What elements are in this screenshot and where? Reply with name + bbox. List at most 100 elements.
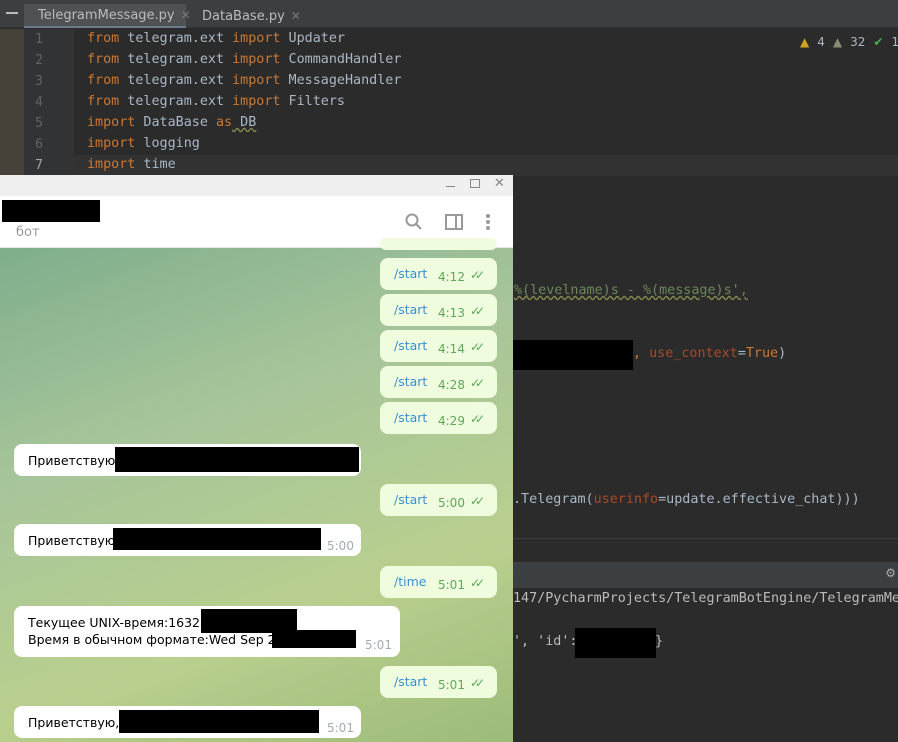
message-text: Приветствую, xyxy=(28,453,120,468)
code-updater-call[interactable]: , use_context=True) xyxy=(633,346,786,361)
maximize-button[interactable] xyxy=(470,179,480,188)
tab-telegrammessage[interactable]: TelegramMessage.py ✕ xyxy=(24,4,191,28)
message-outgoing[interactable]: /start 5:01 ✓✓ xyxy=(380,666,497,698)
message-text: Приветствую, Е xyxy=(28,715,132,730)
read-checkmarks-icon: ✓✓ xyxy=(470,412,485,426)
search-icon[interactable] xyxy=(405,213,423,231)
run-panel-toolbar: ⚙ xyxy=(513,562,898,588)
code-line[interactable]: from telegram.ext import MessageHandler xyxy=(87,73,401,88)
sidebar-toggle-icon[interactable] xyxy=(445,214,463,230)
current-line-highlight xyxy=(74,155,898,176)
message-partial xyxy=(380,238,497,250)
message-text: /start xyxy=(394,266,428,281)
run-output-end: } xyxy=(655,634,664,649)
identifier: CommandHandler xyxy=(280,52,402,67)
code-telegram-call[interactable]: .Telegram(userinfo=update.effective_chat… xyxy=(513,492,860,507)
module: telegram.ext xyxy=(119,52,233,67)
inspection-widget[interactable]: ▲ 4 ▲ 32 ✔ 10 xyxy=(800,35,898,49)
line-number: 3 xyxy=(35,74,43,89)
code-line[interactable]: from telegram.ext import Filters xyxy=(87,94,345,109)
message-text-line1: Текущее UNIX-время:163285 xyxy=(28,615,216,630)
value: True xyxy=(745,346,779,361)
close-icon[interactable]: ✕ xyxy=(291,9,301,23)
message-outgoing[interactable]: /start 4:29 ✓✓ xyxy=(380,402,497,434)
line-number: 4 xyxy=(35,95,43,110)
message-text: /start xyxy=(394,338,428,353)
weak-warnings-count: 32 xyxy=(850,35,866,49)
read-checkmarks-icon: ✓✓ xyxy=(470,376,485,390)
equals: = xyxy=(737,346,746,361)
message-time: 5:00 xyxy=(438,496,465,510)
code-line[interactable]: from telegram.ext import CommandHandler xyxy=(87,52,401,67)
identifier: Filters xyxy=(280,94,345,109)
read-checkmarks-icon: ✓✓ xyxy=(470,304,485,318)
keyword: from xyxy=(87,31,120,46)
code-format-string[interactable]: %(levelname)s - %(message)s', xyxy=(514,283,748,298)
identifier: Updater xyxy=(280,31,345,46)
hide-panel-icon[interactable] xyxy=(6,12,18,14)
param: userinfo xyxy=(593,492,659,507)
warning-icon: ▲ xyxy=(800,35,810,49)
message-incoming[interactable]: Приветствую, 5:00 xyxy=(14,524,361,556)
read-checkmarks-icon: ✓✓ xyxy=(470,576,485,590)
keyword: as xyxy=(216,115,233,130)
message-incoming[interactable]: Приветствую, Е 5:01 xyxy=(14,706,361,738)
tab-label: TelegramMessage.py xyxy=(38,7,175,23)
line-number: 2 xyxy=(35,53,43,68)
run-command-path: 147/PycharmProjects/TelegramBotEngine/Te… xyxy=(513,591,898,606)
code-line[interactable]: from telegram.ext import Updater xyxy=(87,31,345,46)
weak-warning-icon: ▲ xyxy=(832,35,843,49)
keyword: from xyxy=(87,73,120,88)
telegram-window: ✕ бот /start 4:12 ✓✓ /start 4:13 ✓✓ /start 4:… xyxy=(0,175,513,742)
chat-title-redacted[interactable] xyxy=(2,200,100,222)
message-time: 5:01 xyxy=(438,678,465,692)
tab-database[interactable]: DataBase.py ✕ xyxy=(188,4,301,28)
code-line[interactable]: import logging xyxy=(87,136,200,151)
settings-icon[interactable]: ⚙ xyxy=(885,566,896,580)
more-icon[interactable] xyxy=(485,213,491,231)
close-button[interactable]: ✕ xyxy=(494,176,505,191)
typos-count: 10 xyxy=(891,35,898,49)
message-outgoing[interactable]: /start 4:28 ✓✓ xyxy=(380,366,497,398)
message-time: 5:01 xyxy=(327,721,354,735)
module: DataBase xyxy=(135,115,216,130)
message-outgoing[interactable]: /time 5:01 ✓✓ xyxy=(380,566,497,598)
minimize-button[interactable] xyxy=(446,186,455,187)
module: telegram.ext xyxy=(119,73,233,88)
message-incoming[interactable]: Приветствую, xyxy=(14,444,361,476)
message-time: 5:01 xyxy=(438,578,465,592)
keyword: import xyxy=(87,115,136,130)
read-checkmarks-icon: ✓✓ xyxy=(470,676,485,690)
message-outgoing[interactable]: /start 5:00 ✓✓ xyxy=(380,484,497,516)
message-text: /start xyxy=(394,410,428,425)
message-text: Приветствую, xyxy=(28,533,120,548)
message-time: 5:00 xyxy=(327,539,354,553)
message-outgoing[interactable]: /start 4:13 ✓✓ xyxy=(380,294,497,326)
tab-label: DataBase.py xyxy=(202,8,285,24)
code-line[interactable]: import time xyxy=(87,157,176,172)
redacted-block xyxy=(510,340,633,370)
message-time: 4:12 xyxy=(438,270,465,284)
message-text-line2: Время в обычном формате:Wed Sep 29 xyxy=(28,632,284,647)
message-time: 5:01 xyxy=(365,638,392,652)
message-time: 4:14 xyxy=(438,342,465,356)
run-panel-header xyxy=(513,538,898,562)
message-incoming[interactable]: Текущее UNIX-время:163285 Время в обычном… xyxy=(14,606,400,657)
message-outgoing[interactable]: /start 4:12 ✓✓ xyxy=(380,258,497,290)
chat-subtitle: бот xyxy=(16,225,40,240)
identifier: MessageHandler xyxy=(280,73,402,88)
message-time: 4:13 xyxy=(438,306,465,320)
message-time: 4:28 xyxy=(438,378,465,392)
line-number: 5 xyxy=(35,116,43,131)
code-line[interactable]: import DataBase as DB xyxy=(87,115,256,130)
keyword: from xyxy=(87,94,120,109)
param: use_context xyxy=(649,346,738,361)
line-number: 1 xyxy=(35,32,43,47)
redacted-block xyxy=(575,628,656,658)
read-checkmarks-icon: ✓✓ xyxy=(470,268,485,282)
keyword: import xyxy=(232,31,281,46)
redacted-block xyxy=(272,630,356,648)
message-outgoing[interactable]: /start 4:14 ✓✓ xyxy=(380,330,497,362)
message-text: /start xyxy=(394,492,428,507)
module: time xyxy=(135,157,176,172)
